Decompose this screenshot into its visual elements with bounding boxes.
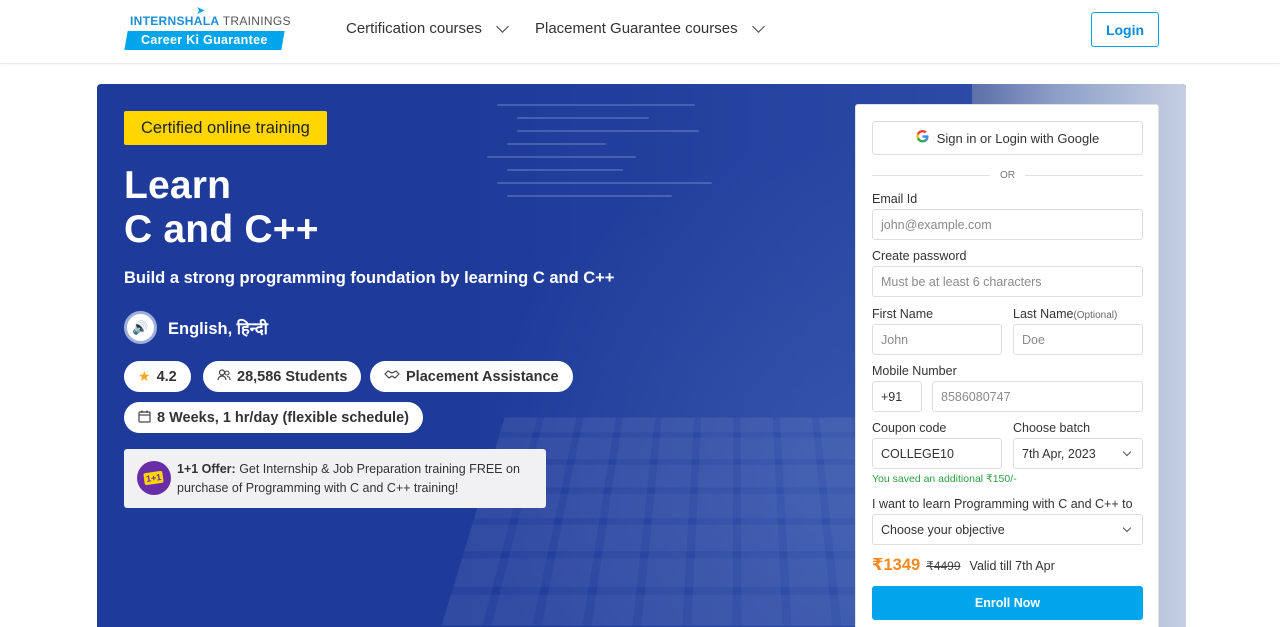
google-login-button[interactable]: Sign in or Login with Google (872, 121, 1143, 155)
google-login-label: Sign in or Login with Google (936, 130, 1100, 146)
star-icon: ★ (138, 368, 151, 384)
offer-prefix: 1+1 Offer: (177, 462, 236, 476)
certified-training-tag: Certified online training (124, 111, 327, 145)
divider-line (1025, 174, 1143, 176)
chevron-down-icon (751, 19, 765, 33)
offer-badge-icon: 1+1 (137, 461, 171, 495)
students-count: 28,586 Students (237, 368, 348, 385)
last-name-label-text: Last Name (1013, 307, 1074, 321)
discounted-price: ₹1349 (872, 556, 921, 574)
country-code-field[interactable]: +91 (872, 381, 922, 412)
nav-placement-guarantee-courses[interactable]: Placement Guarantee courses (535, 19, 765, 37)
page-title: Learn C and C++ (124, 164, 319, 252)
placement-text: Placement Assistance (406, 368, 559, 385)
rating-pill: ★ 4.2 (124, 361, 191, 392)
mobile-label: Mobile Number (872, 364, 957, 378)
speaker-icon[interactable]: 🔊 (124, 311, 157, 344)
mobile-field[interactable]: 8586080747 (932, 381, 1143, 412)
enroll-now-button[interactable]: Enroll Now (872, 586, 1143, 620)
coupon-field[interactable]: COLLEGE10 (872, 438, 1002, 469)
logo-wordmark: INTERNSHALA TRAININGS (130, 14, 291, 28)
title-line-1: Learn (124, 164, 232, 207)
objective-select[interactable]: Choose your objective (872, 514, 1143, 545)
language-row: 🔊 English, हिन्दी (124, 311, 268, 344)
nav-label: Certification courses (346, 20, 482, 37)
first-name-label: First Name (872, 307, 934, 321)
password-label: Create password (872, 249, 967, 263)
first-name-field[interactable]: John (872, 324, 1002, 355)
email-label: Email Id (872, 192, 918, 206)
offer-text: 1+1 Offer: Get Internship & Job Preparat… (177, 460, 527, 498)
internshala-logo[interactable]: ➤ INTERNSHALA TRAININGS Career Ki Guaran… (124, 4, 290, 52)
batch-select[interactable]: 7th Apr, 2023 (1013, 438, 1143, 469)
enroll-form: Sign in or Login with Google OR Email Id… (855, 104, 1159, 627)
chevron-down-icon (1122, 523, 1132, 533)
title-line-2: C and C++ (124, 208, 319, 251)
password-field[interactable]: Must be at least 6 characters (872, 266, 1143, 297)
last-name-field[interactable]: Doe (1013, 324, 1143, 355)
logo-tagline: Career Ki Guarantee (141, 33, 268, 47)
coupon-label: Coupon code (872, 421, 947, 435)
price-validity: Valid till 7th Apr (969, 559, 1055, 573)
handshake-icon (384, 369, 400, 384)
or-divider: OR (872, 168, 1143, 182)
students-pill: 28,586 Students (203, 361, 362, 392)
duration-pill: 8 Weeks, 1 hr/day (flexible schedule) (124, 402, 423, 433)
nav-label: Placement Guarantee courses (535, 20, 738, 37)
offer-badge-text: 1+1 (143, 470, 165, 486)
hero-background-code (467, 104, 797, 284)
objective-select-value: Choose your objective (881, 522, 1005, 537)
offer-banner: 1+1 1+1 Offer: Get Internship & Job Prep… (124, 449, 546, 508)
languages-text: English, हिन्दी (168, 320, 268, 338)
page-subtitle: Build a strong programming foundation by… (124, 269, 615, 287)
chevron-down-icon (1122, 447, 1132, 457)
logo-brand: INTERNSHALA (130, 14, 220, 28)
calendar-icon (138, 410, 151, 426)
rating-value: 4.2 (156, 368, 177, 385)
last-name-label: Last Name(Optional) (1013, 307, 1117, 321)
divider-line (872, 174, 990, 176)
users-icon (217, 369, 231, 384)
batch-label: Choose batch (1013, 421, 1091, 435)
email-field[interactable]: john@example.com (872, 209, 1143, 240)
login-button[interactable]: Login (1091, 12, 1159, 47)
chevron-down-icon (496, 19, 509, 33)
coupon-saved-text: You saved an additional ₹150/- (872, 473, 1017, 485)
optional-text: (Optional) (1073, 310, 1118, 321)
nav-certification-courses[interactable]: Certification courses (346, 19, 509, 37)
placement-pill: Placement Assistance (370, 361, 573, 392)
price-row: ₹1349 ₹4499 Valid till 7th Apr (872, 555, 1055, 575)
site-header: ➤ INTERNSHALA TRAININGS Career Ki Guaran… (0, 0, 1280, 64)
original-price: ₹4499 (926, 559, 961, 573)
logo-suffix: TRAININGS (222, 14, 291, 28)
google-icon (916, 129, 929, 147)
objective-label: I want to learn Programming with C and C… (872, 497, 1133, 511)
duration-text: 8 Weeks, 1 hr/day (flexible schedule) (157, 409, 409, 426)
logo-tagline-badge: Career Ki Guarantee (124, 31, 285, 50)
batch-select-value: 7th Apr, 2023 (1022, 446, 1096, 461)
or-text: OR (1000, 169, 1015, 181)
